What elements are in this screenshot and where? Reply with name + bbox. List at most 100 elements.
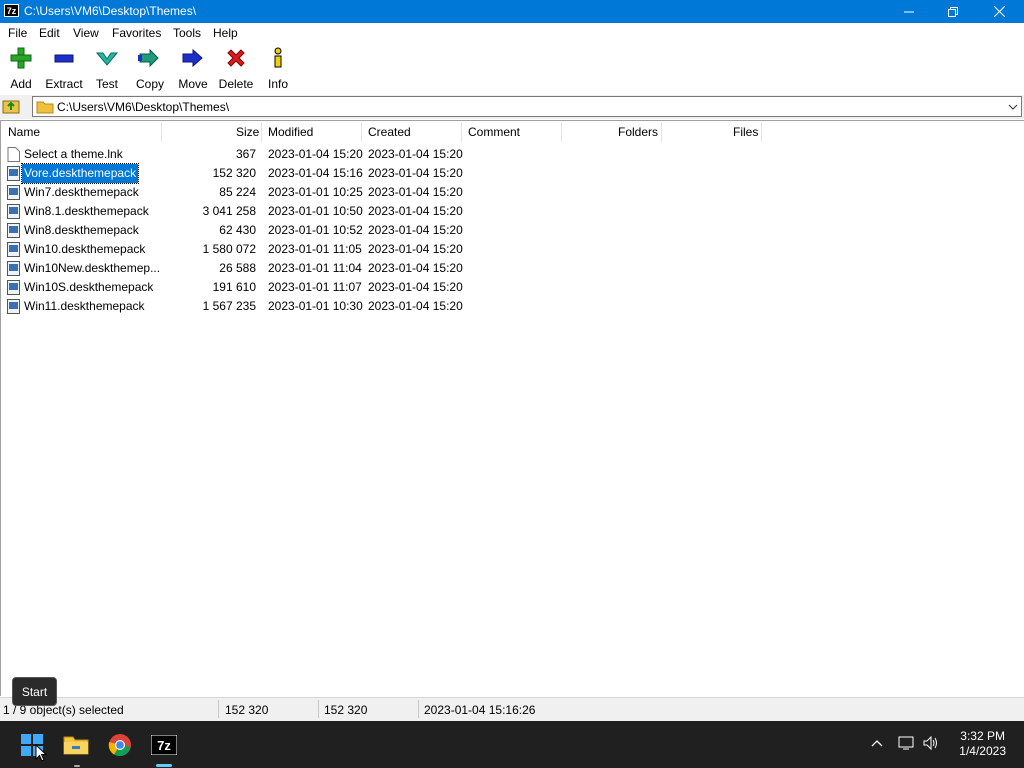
column-header-name[interactable]: Name bbox=[8, 122, 40, 142]
menu-help[interactable]: Help bbox=[213, 26, 238, 40]
shortcut-file-icon bbox=[7, 147, 20, 162]
themepack-file-icon bbox=[7, 261, 20, 276]
x-icon bbox=[227, 49, 245, 67]
file-size: 1 580 072 bbox=[202, 242, 256, 256]
file-row[interactable]: Win8.deskthemepack 62 430 2023-01-01 10:52… bbox=[0, 221, 470, 240]
menu-tools[interactable]: Tools bbox=[173, 26, 201, 40]
themepack-file-icon bbox=[7, 185, 20, 200]
file-modified: 2023-01-01 10:50 bbox=[268, 204, 363, 218]
minimize-icon bbox=[904, 11, 914, 12]
column-header-modified[interactable]: Modified bbox=[268, 122, 313, 142]
double-arrow-icon bbox=[138, 48, 159, 68]
toolbar: Add Extract Test Copy Move Delete Info bbox=[0, 43, 1024, 95]
status-bar: 1 / 9 object(s) selected 152 320 152 320… bbox=[0, 697, 1024, 721]
file-name[interactable]: Win8.1.deskthemepack bbox=[24, 202, 149, 221]
file-name[interactable]: Win10S.deskthemepack bbox=[24, 278, 153, 297]
folder-icon bbox=[36, 101, 54, 114]
file-explorer-button[interactable] bbox=[56, 721, 96, 768]
minimize-button[interactable] bbox=[886, 0, 932, 23]
file-modified: 2023-01-01 11:07 bbox=[268, 280, 362, 294]
file-row[interactable]: Win7.deskthemepack 85 224 2023-01-01 10:25… bbox=[0, 183, 470, 202]
7zip-taskbar-button[interactable]: 7z bbox=[144, 721, 184, 768]
file-name[interactable]: Win8.deskthemepack bbox=[24, 221, 139, 240]
file-name[interactable]: Win11.deskthemepack bbox=[24, 297, 145, 316]
folder-up-icon bbox=[2, 100, 20, 114]
status-size: 152 320 bbox=[225, 703, 269, 717]
7zip-app-icon[interactable]: 7z bbox=[4, 4, 19, 17]
file-row[interactable]: Win10S.deskthemepack 191 610 2023-01-01 11… bbox=[0, 278, 470, 297]
column-header-size[interactable]: Size bbox=[236, 122, 259, 142]
minus-icon bbox=[54, 54, 74, 63]
file-created: 2023-01-04 15:20 bbox=[368, 204, 463, 218]
file-row[interactable]: Win8.1.deskthemepack 3 041 258 2023-01-01 … bbox=[0, 202, 470, 221]
volume-button[interactable] bbox=[922, 735, 940, 754]
file-row[interactable]: Vore.deskthemepack 152 320 2023-01-04 15:1… bbox=[0, 163, 470, 184]
copy-button[interactable]: Copy bbox=[134, 47, 166, 93]
file-created: 2023-01-04 15:20 bbox=[368, 185, 463, 199]
menu-edit[interactable]: Edit bbox=[39, 26, 60, 40]
file-name[interactable]: Win10.deskthemepack bbox=[24, 240, 145, 259]
tray-overflow-button[interactable] bbox=[870, 737, 884, 752]
file-row[interactable]: Win11.deskthemepack 1 567 235 2023-01-01 1… bbox=[0, 297, 470, 316]
plus-icon bbox=[10, 47, 32, 69]
network-button[interactable] bbox=[898, 735, 916, 754]
add-button[interactable]: Add bbox=[4, 47, 38, 93]
file-size: 1 567 235 bbox=[202, 299, 256, 313]
test-label: Test bbox=[95, 77, 118, 91]
file-row[interactable]: Select a theme.lnk 367 2023-01-04 15:20 202… bbox=[0, 145, 470, 164]
chrome-button[interactable] bbox=[100, 721, 140, 768]
up-folder-button[interactable] bbox=[2, 97, 24, 117]
file-name[interactable]: Vore.deskthemepack bbox=[20, 163, 140, 184]
7zip-icon: 7z bbox=[151, 734, 177, 755]
file-size: 85 224 bbox=[219, 185, 256, 199]
move-button[interactable]: Move bbox=[176, 47, 210, 93]
info-button[interactable]: Info bbox=[264, 47, 292, 93]
restore-icon bbox=[948, 6, 958, 17]
file-created: 2023-01-04 15:20 bbox=[368, 147, 463, 161]
file-modified: 2023-01-01 10:25 bbox=[268, 185, 363, 199]
close-icon bbox=[993, 6, 1005, 17]
address-path[interactable]: C:\Users\VM6\Desktop\Themes\ bbox=[57, 100, 229, 114]
file-name[interactable]: Select a theme.lnk bbox=[24, 145, 123, 164]
arrow-right-icon bbox=[182, 48, 203, 68]
file-created: 2023-01-04 15:20 bbox=[368, 223, 463, 237]
themepack-file-icon bbox=[7, 204, 20, 219]
delete-button[interactable]: Delete bbox=[218, 47, 254, 93]
menu-file[interactable]: File bbox=[8, 26, 27, 40]
file-modified: 2023-01-04 15:20 bbox=[268, 147, 363, 161]
title-bar[interactable]: 7z C:\Users\VM6\Desktop\Themes\ bbox=[0, 0, 1024, 23]
address-bar[interactable]: C:\Users\VM6\Desktop\Themes\ bbox=[32, 96, 1022, 117]
close-button[interactable] bbox=[976, 0, 1022, 23]
themepack-file-icon bbox=[7, 223, 20, 238]
file-modified: 2023-01-04 15:16 bbox=[268, 166, 363, 180]
chrome-icon bbox=[108, 733, 131, 756]
menu-favorites[interactable]: Favorites bbox=[112, 26, 161, 40]
column-header-comment[interactable]: Comment bbox=[468, 122, 520, 142]
clock-date: 1/4/2023 bbox=[959, 744, 1006, 758]
column-header-folders[interactable]: Folders bbox=[618, 122, 658, 142]
extract-button[interactable]: Extract bbox=[44, 47, 84, 93]
file-row[interactable]: Win10New.deskthemep... 26 588 2023-01-01 1… bbox=[0, 259, 470, 278]
move-label: Move bbox=[178, 77, 208, 91]
column-header-created[interactable]: Created bbox=[368, 122, 411, 142]
file-created: 2023-01-04 15:20 bbox=[368, 280, 463, 294]
chevron-down-icon bbox=[1008, 104, 1018, 110]
column-header-files[interactable]: Files bbox=[733, 122, 758, 142]
menu-view[interactable]: View bbox=[73, 26, 99, 40]
info-icon bbox=[274, 47, 282, 68]
file-modified: 2023-01-01 10:52 bbox=[268, 223, 363, 237]
test-button[interactable]: Test bbox=[92, 47, 122, 93]
file-name[interactable]: Win7.deskthemepack bbox=[24, 183, 139, 202]
file-name[interactable]: Win10New.deskthemep... bbox=[24, 259, 160, 278]
clock-time: 3:32 PM bbox=[960, 729, 1005, 743]
themepack-file-icon bbox=[7, 299, 20, 314]
menu-bar: File Edit View Favorites Tools Help bbox=[0, 23, 1024, 43]
add-label: Add bbox=[10, 77, 32, 91]
restore-button[interactable] bbox=[930, 0, 976, 23]
system-clock[interactable]: 3:32 PM 1/4/2023 bbox=[959, 729, 1006, 759]
file-row[interactable]: Win10.deskthemepack 1 580 072 2023-01-01 1… bbox=[0, 240, 470, 259]
extract-label: Extract bbox=[45, 77, 83, 91]
active-indicator bbox=[156, 764, 172, 767]
file-created: 2023-01-04 15:20 bbox=[368, 166, 463, 180]
status-modified: 2023-01-04 15:16:26 bbox=[424, 703, 536, 717]
